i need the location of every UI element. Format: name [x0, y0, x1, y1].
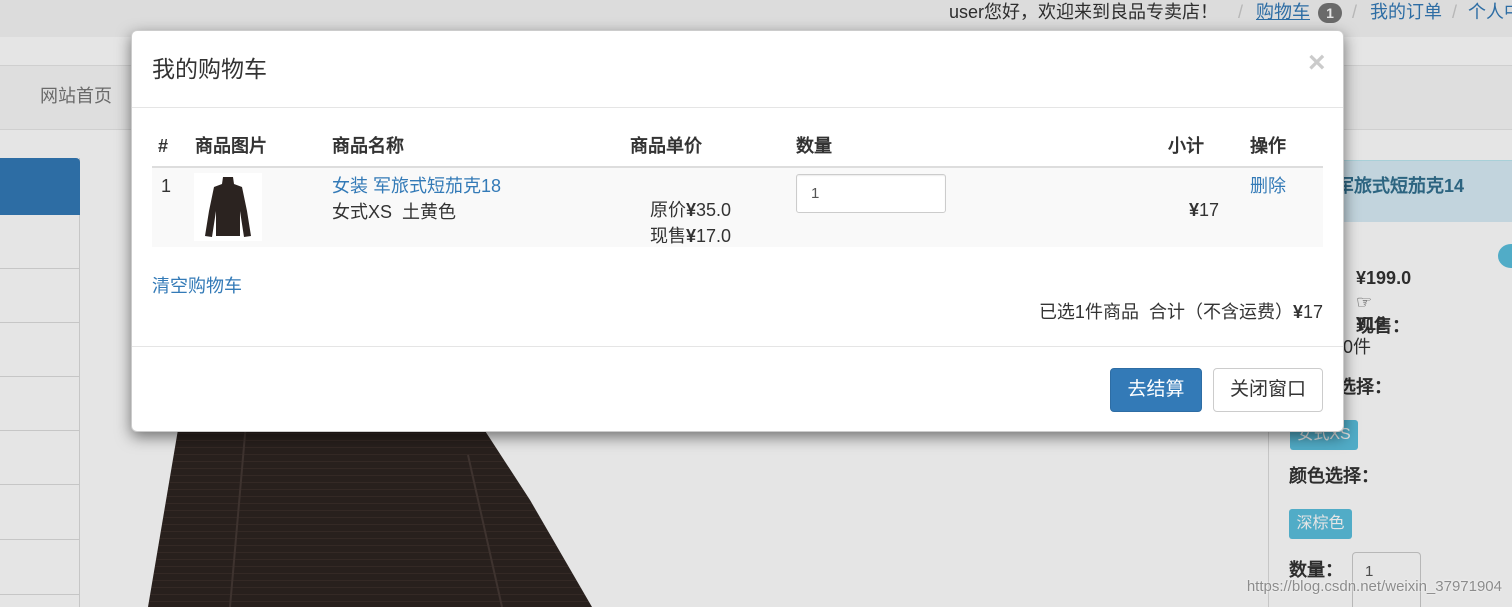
close-window-button[interactable]: 关闭窗口	[1213, 368, 1323, 412]
cart-item-name-link[interactable]: 女装 军旅式短茄克18	[332, 174, 501, 198]
cart-item-current-price: 现售 17.0	[630, 200, 731, 272]
cart-summary: 已选1件商品 合计（不含运费） 17	[1039, 300, 1323, 324]
checkout-button[interactable]: 去结算	[1110, 368, 1202, 412]
current-price-value: 17.0	[696, 226, 732, 246]
current-price-label: 现售	[650, 226, 687, 246]
delete-item-link[interactable]: 删除	[1250, 174, 1286, 198]
summary-text: 已选1件商品 合计（不含运费）	[1038, 302, 1293, 322]
row-index: 1	[161, 176, 172, 196]
subtotal-value: 17	[1199, 200, 1220, 220]
modal-title: 我的购物车	[152, 56, 267, 82]
close-icon[interactable]: ×	[1308, 47, 1326, 79]
table-row	[152, 168, 1323, 247]
col-header-quantity: 数量	[796, 136, 832, 156]
cart-total: 17	[1302, 302, 1323, 322]
watermark-text: https://blog.csdn.net/weixin_37971904	[1246, 578, 1502, 595]
col-header-name: 商品名称	[332, 136, 404, 156]
sweater-thumbnail	[194, 173, 262, 241]
col-header-image: 商品图片	[195, 136, 267, 156]
modal-header-divider	[132, 107, 1343, 108]
cart-item-spec: 女式XS 土黄色	[332, 202, 457, 222]
cart-quantity-input[interactable]	[796, 174, 946, 213]
col-header-price: 商品单价	[630, 136, 702, 156]
modal-footer-divider	[132, 346, 1343, 347]
yen-icon	[1293, 300, 1303, 324]
yen-icon	[1189, 200, 1199, 220]
cart-item-subtotal: 17	[1169, 174, 1219, 246]
cart-modal: 我的购物车 × # 商品图片 商品名称 商品单价 数量 小计 操作 1 女装 军…	[131, 30, 1344, 432]
col-header-index: #	[158, 136, 169, 156]
col-header-action: 操作	[1250, 136, 1286, 156]
yen-icon	[686, 226, 696, 246]
clear-cart-link[interactable]: 清空购物车	[152, 274, 242, 298]
col-header-subtotal: 小计	[1168, 136, 1204, 156]
